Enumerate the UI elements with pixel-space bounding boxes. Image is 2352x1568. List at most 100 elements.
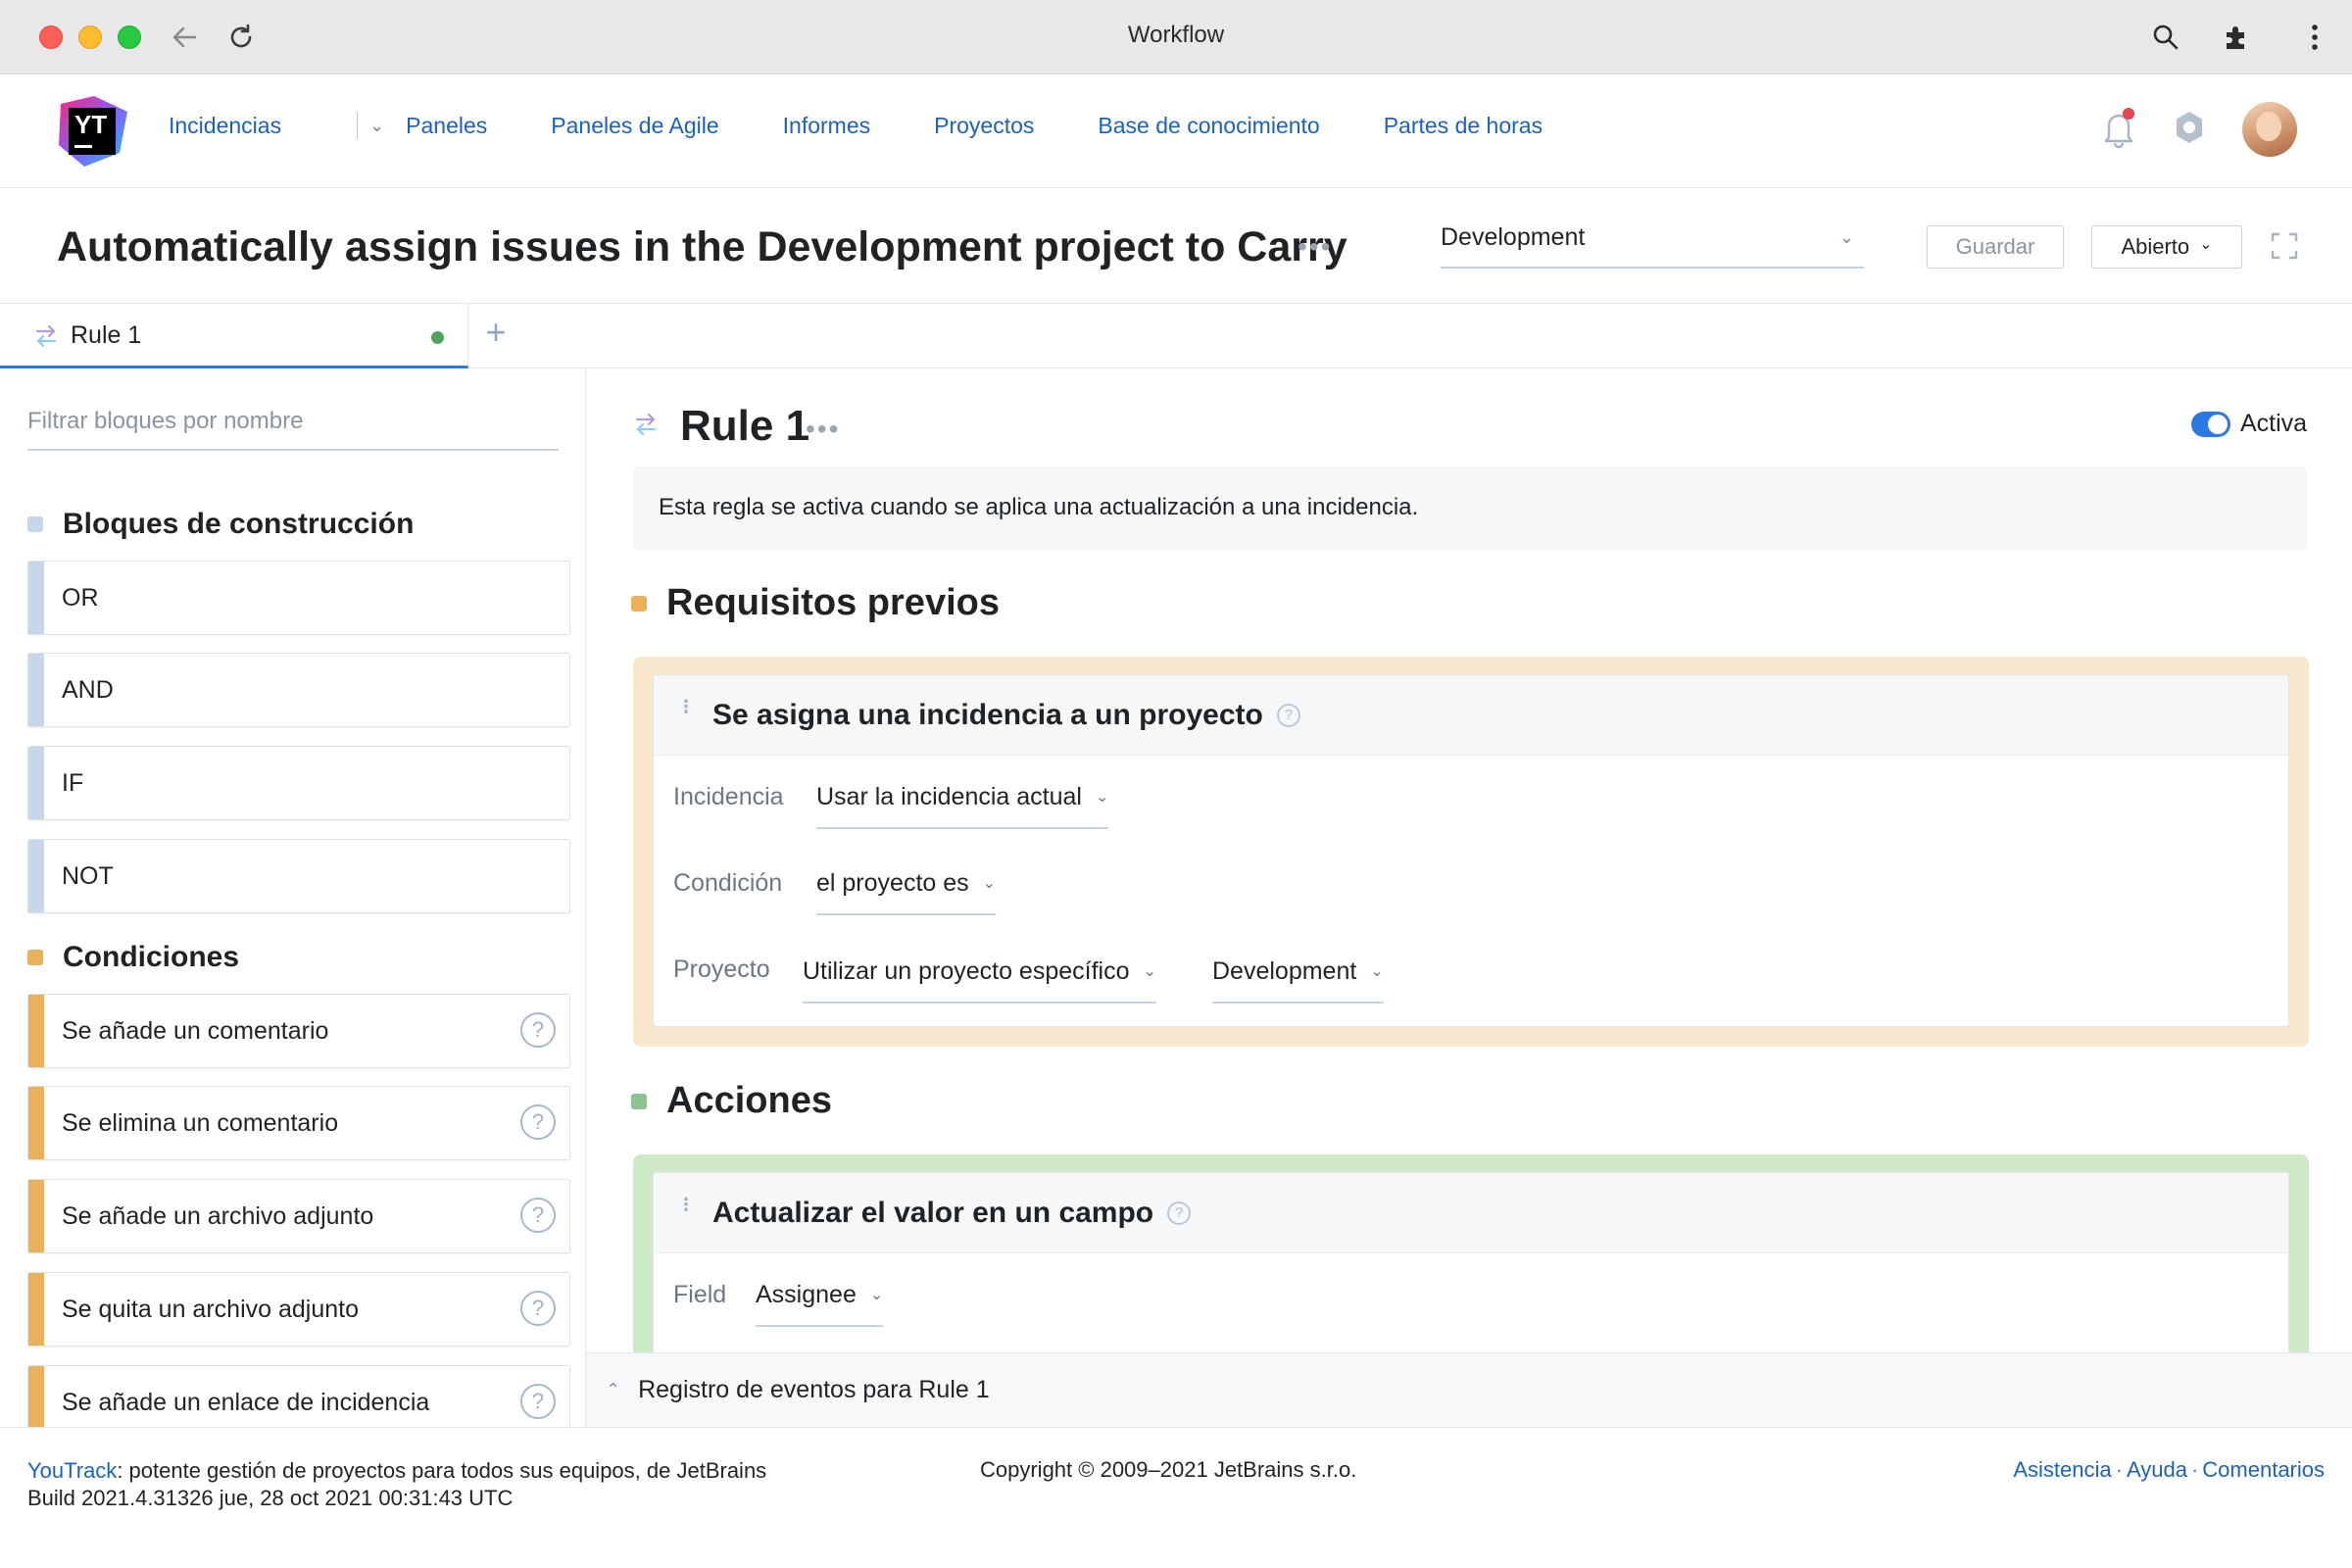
reload-icon[interactable] <box>221 18 261 57</box>
conditions-title: Condiciones <box>63 941 240 973</box>
field-select[interactable]: Assignee ⌄ <box>756 1281 884 1327</box>
nav-issues[interactable]: Incidencias <box>169 113 281 139</box>
block-stripe <box>28 1087 44 1159</box>
tab-label: Rule 1 <box>71 321 142 349</box>
page-title: Automatically assign issues in the Devel… <box>57 223 1348 270</box>
condition-select-value: el proyecto es <box>816 869 969 897</box>
back-icon[interactable] <box>165 18 204 57</box>
project-value: Development <box>1212 957 1357 985</box>
save-button[interactable]: Guardar <box>1927 225 2064 269</box>
block-label: NOT <box>62 861 114 890</box>
filter-blocks-input[interactable]: Filtrar bloques por nombre <box>27 402 559 451</box>
block-label: Se elimina un comentario <box>62 1108 339 1137</box>
rule-more-icon[interactable]: ••• <box>806 414 840 445</box>
search-icon[interactable] <box>2146 18 2185 57</box>
chevron-down-icon: ⌄ <box>1095 789 1109 806</box>
block-stripe <box>28 747 44 819</box>
project-value-select[interactable]: Development ⌄ <box>1212 957 1384 1004</box>
state-dropdown-button[interactable]: Abierto ⌄ <box>2091 225 2242 269</box>
user-avatar[interactable] <box>2242 102 2297 157</box>
add-rule-button[interactable]: + <box>476 312 515 355</box>
notifications-bell-icon[interactable] <box>2095 104 2142 151</box>
window-title: Workflow <box>1127 22 1225 48</box>
zoom-window-button[interactable] <box>118 25 141 49</box>
condition-issue-link-added[interactable]: Se añade un enlace de incidencia? <box>27 1365 570 1427</box>
building-blocks-marker <box>27 516 43 532</box>
condition-comment-removed[interactable]: Se elimina un comentario? <box>27 1086 570 1160</box>
block-not[interactable]: NOT <box>27 839 570 913</box>
minimize-window-button[interactable] <box>78 25 102 49</box>
block-if[interactable]: IF <box>27 746 570 820</box>
help-icon[interactable]: ? <box>520 1104 556 1140</box>
close-window-button[interactable] <box>39 25 63 49</box>
support-link[interactable]: Asistencia <box>2013 1457 2111 1482</box>
fullscreen-icon[interactable] <box>2270 231 2299 261</box>
condition-comment-added[interactable]: Se añade un comentario? <box>27 994 570 1068</box>
project-mode-value: Utilizar un proyecto específico <box>803 957 1130 985</box>
help-icon[interactable]: ? <box>520 1384 556 1419</box>
title-more-icon[interactable]: ••• <box>1298 231 1332 263</box>
blocks-sidebar: Filtrar bloques por nombre Bloques de co… <box>0 368 586 1427</box>
condition-attachment-added[interactable]: Se añade un archivo adjunto? <box>27 1179 570 1253</box>
chevron-down-icon: ⌄ <box>2199 236 2213 253</box>
block-label: Se añade un archivo adjunto <box>62 1201 374 1230</box>
event-log-label: Registro de eventos para Rule 1 <box>638 1376 990 1403</box>
nav-reports[interactable]: Informes <box>783 113 870 139</box>
state-label: Abierto <box>2121 234 2190 259</box>
nav-timesheets[interactable]: Partes de horas <box>1384 113 1543 139</box>
block-label: Se quita un archivo adjunto <box>62 1295 359 1323</box>
footer-about: YouTrack: potente gestión de proyectos p… <box>27 1457 766 1512</box>
help-icon[interactable]: ? <box>520 1198 556 1233</box>
browser-menu-icon[interactable] <box>2295 18 2334 57</box>
card-title: Se asigna una incidencia a un proyecto <box>712 698 1263 731</box>
issues-dropdown-chevron-icon[interactable]: ⌄ <box>369 116 384 136</box>
condition-label: Condición <box>673 869 783 897</box>
help-icon[interactable]: ? <box>520 1012 556 1048</box>
nav-agile-boards[interactable]: Paneles de Agile <box>551 113 718 139</box>
project-select[interactable]: Development ⌄ <box>1441 218 1864 269</box>
issue-label: Incidencia <box>673 783 784 810</box>
footer-tagline: : potente gestión de proyectos para todo… <box>117 1458 767 1483</box>
card-header: ⋮ Actualizar el valor en un campo ? <box>654 1173 2288 1253</box>
update-field-card: ⋮ Actualizar el valor en un campo ? Fiel… <box>653 1172 2289 1352</box>
issue-select[interactable]: Usar la incidencia actual ⌄ <box>816 783 1109 829</box>
condition-row: Condición <box>673 869 782 898</box>
condition-attachment-removed[interactable]: Se quita un archivo adjunto? <box>27 1272 570 1347</box>
drag-handle-icon[interactable]: ⋮ <box>677 698 695 715</box>
block-label: OR <box>62 583 99 612</box>
card-header: ⋮ Se asigna una incidencia a un proyecto… <box>654 675 2288 756</box>
drag-handle-icon[interactable]: ⋮ <box>677 1196 695 1213</box>
building-blocks-heading: Bloques de construcción <box>27 508 414 541</box>
workflow-titlebar: Automatically assign issues in the Devel… <box>0 188 2352 304</box>
youtrack-logo[interactable]: YT <box>55 94 129 169</box>
condition-select[interactable]: el proyecto es ⌄ <box>816 869 997 915</box>
nav-knowledge-base[interactable]: Base de conocimiento <box>1098 113 1319 139</box>
help-link[interactable]: Ayuda <box>2127 1457 2187 1482</box>
prerequisites-marker <box>631 595 647 612</box>
feedback-link[interactable]: Comentarios <box>2202 1457 2325 1482</box>
logo-text: YT <box>74 110 108 139</box>
actions-title: Acciones <box>666 1080 832 1121</box>
youtrack-link[interactable]: YouTrack <box>27 1458 117 1483</box>
issue-select-value: Usar la incidencia actual <box>816 783 1082 810</box>
block-and[interactable]: AND <box>27 653 570 727</box>
project-mode-select[interactable]: Utilizar un proyecto específico ⌄ <box>803 957 1156 1004</box>
active-toggle[interactable] <box>2191 412 2230 437</box>
event-log-toggle[interactable]: ⌃ Registro de eventos para Rule 1 <box>586 1352 2352 1427</box>
rule-editor: Rule 1 ••• Activa Esta regla se activa c… <box>586 368 2352 1352</box>
block-label: IF <box>62 768 84 797</box>
block-or[interactable]: OR <box>27 561 570 635</box>
settings-icon[interactable] <box>2166 104 2213 151</box>
app-header: YT Incidencias ⌄ Paneles Paneles de Agil… <box>0 74 2352 188</box>
block-stripe <box>28 1273 44 1346</box>
chevron-down-icon: ⌄ <box>1838 227 1854 247</box>
help-icon[interactable]: ? <box>1276 703 1300 727</box>
help-icon[interactable]: ? <box>1167 1200 1192 1225</box>
extensions-icon[interactable] <box>2217 18 2256 57</box>
block-stripe <box>28 562 44 634</box>
nav-projects[interactable]: Proyectos <box>934 113 1034 139</box>
nav-dashboards[interactable]: Paneles <box>406 113 487 139</box>
tab-rule-1[interactable]: Rule 1 <box>0 304 468 368</box>
help-icon[interactable]: ? <box>520 1291 556 1326</box>
active-label: Activa <box>2240 410 2308 437</box>
